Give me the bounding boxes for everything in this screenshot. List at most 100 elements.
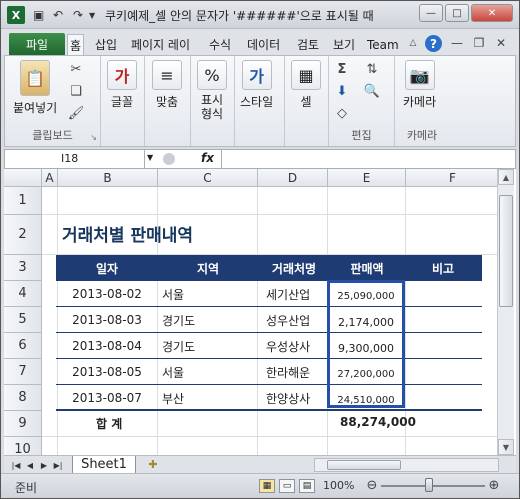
cell-region[interactable]: 경기도 (158, 307, 258, 333)
horizontal-scrollbar[interactable] (314, 458, 499, 472)
header-note[interactable]: 비고 (404, 255, 482, 281)
page-layout-view-icon[interactable]: ▭ (279, 479, 295, 493)
last-sheet-icon[interactable]: ▶| (52, 458, 64, 472)
cell-amount[interactable]: 24,510,000 (331, 395, 401, 406)
tab-file[interactable]: 파일 (9, 33, 65, 55)
cut-icon[interactable]: ✂ (67, 60, 85, 78)
cell-date[interactable]: 2013-08-03 (56, 307, 158, 333)
first-sheet-icon[interactable]: |◀ (10, 458, 22, 472)
horizontal-scroll-thumb[interactable] (327, 460, 401, 470)
cell-amount[interactable]: 2,174,000 (331, 316, 401, 329)
row-header-6[interactable]: 6 (4, 333, 42, 359)
cell-region[interactable]: 서울 (158, 359, 258, 385)
cell-date[interactable]: 2013-08-05 (56, 359, 158, 385)
help-icon[interactable]: ? (425, 35, 442, 52)
paste-button[interactable]: 📋 붙여넣기 (13, 60, 57, 116)
minimize-button[interactable]: — (419, 4, 443, 22)
row-header-8[interactable]: 8 (4, 385, 42, 411)
cell-date[interactable]: 2013-08-02 (56, 281, 158, 307)
cell-region[interactable]: 서울 (158, 281, 258, 307)
highlighted-amount-range[interactable]: 25,090,000 2,174,000 9,300,000 27,200,00… (327, 280, 405, 408)
font-button[interactable]: 가 글꼴 (107, 60, 137, 110)
cells-button[interactable]: ▦ 셀 (291, 60, 321, 110)
workbook-close-icon[interactable]: ✕ (493, 35, 509, 51)
table-row[interactable]: 2013-08-02 서울 세기산업 (56, 281, 482, 307)
vertical-scrollbar[interactable]: ▲ ▼ (497, 169, 514, 455)
normal-view-icon[interactable]: ▦ (259, 479, 275, 493)
tab-insert[interactable]: 삽입 (93, 34, 119, 55)
worksheet-grid[interactable]: A B C D E F 1 2 3 4 5 6 7 8 9 10 거래처별 판매… (4, 169, 516, 455)
row-header-4[interactable]: 4 (4, 281, 42, 307)
row-header-9[interactable]: 9 (4, 411, 42, 437)
insert-function-button[interactable]: fx (201, 151, 214, 165)
header-region[interactable]: 지역 (158, 255, 258, 281)
row-header-1[interactable]: 1 (4, 187, 42, 215)
scroll-down-icon[interactable]: ▼ (498, 439, 514, 455)
row-header-5[interactable]: 5 (4, 307, 42, 333)
tab-formulas[interactable]: 수식 (207, 34, 233, 55)
tab-home[interactable]: 홈 (67, 34, 85, 55)
customize-icon[interactable]: ▼ (89, 6, 95, 24)
name-box-dropdown-icon[interactable]: ▼ (147, 153, 153, 162)
cell-amount[interactable]: 27,200,000 (331, 369, 401, 380)
zoom-slider-knob[interactable] (425, 478, 433, 492)
copy-icon[interactable]: ❏ (67, 82, 85, 100)
col-header-f[interactable]: F (406, 169, 500, 187)
zoom-in-icon[interactable]: ⊕ (487, 478, 501, 493)
collapse-ribbon-icon[interactable]: △ (405, 35, 421, 51)
next-sheet-icon[interactable]: ▶ (38, 458, 50, 472)
col-header-b[interactable]: B (58, 169, 158, 187)
redo-icon[interactable]: ↷ (73, 6, 83, 24)
table-row[interactable]: 2013-08-05 서울 한라해운 (56, 359, 482, 385)
autosum-icon[interactable]: Σ (333, 60, 351, 78)
zoom-out-icon[interactable]: ⊖ (365, 478, 379, 493)
workbook-minimize-icon[interactable]: — (449, 35, 465, 51)
cell-amount[interactable]: 9,300,000 (331, 342, 401, 355)
header-amount[interactable]: 판매액 (330, 255, 404, 281)
save-icon[interactable]: ▣ (33, 6, 44, 24)
find-select-icon[interactable]: 🔍 (363, 82, 381, 100)
insert-sheet-icon[interactable]: ✚ (144, 457, 162, 472)
camera-button[interactable]: 📷 카메라 (403, 60, 436, 110)
clear-icon[interactable]: ◇ (333, 104, 351, 122)
tab-page-layout[interactable]: 페이지 레이 (129, 34, 192, 55)
cell-amount[interactable]: 25,090,000 (331, 291, 401, 302)
format-painter-icon[interactable]: 🖌 (67, 104, 85, 122)
sheet-tab-sheet1[interactable]: Sheet1 (72, 456, 136, 474)
dialog-launcher-icon[interactable]: ↘ (90, 133, 97, 142)
alignment-button[interactable]: ≡ 맞춤 (152, 60, 182, 110)
table-row[interactable]: 2013-08-03 경기도 성우산업 (56, 307, 482, 333)
tab-view[interactable]: 보기 (331, 34, 357, 55)
formula-input[interactable] (221, 150, 515, 168)
select-all-corner[interactable] (4, 169, 42, 187)
header-client[interactable]: 거래처명 (258, 255, 330, 281)
row-header-7[interactable]: 7 (4, 359, 42, 385)
table-row[interactable]: 2013-08-07 부산 한양상사 (56, 385, 482, 411)
workbook-restore-icon[interactable]: ❐ (471, 35, 487, 51)
total-value[interactable]: 88,274,000 (340, 415, 416, 429)
col-header-e[interactable]: E (328, 169, 406, 187)
total-label[interactable]: 합 계 (96, 415, 122, 432)
excel-logo-icon[interactable]: X (7, 6, 25, 24)
tab-data[interactable]: 데이터 (245, 34, 282, 55)
name-box[interactable]: I18 (5, 150, 145, 168)
header-date[interactable]: 일자 (56, 255, 158, 281)
cell-region[interactable]: 경기도 (158, 333, 258, 359)
vertical-scroll-thumb[interactable] (499, 195, 513, 307)
prev-sheet-icon[interactable]: ◀ (24, 458, 36, 472)
sheet-title[interactable]: 거래처별 판매내역 (62, 221, 193, 246)
zoom-slider-track[interactable] (381, 485, 485, 487)
page-break-view-icon[interactable]: ▤ (299, 479, 315, 493)
number-format-button[interactable]: % 표시 형식 (197, 60, 227, 121)
cell-region[interactable]: 부산 (158, 385, 258, 411)
row-header-3[interactable]: 3 (4, 255, 42, 281)
row-header-10[interactable]: 10 (4, 437, 42, 455)
col-header-a[interactable]: A (42, 169, 58, 187)
formula-bar-handle-icon[interactable] (163, 153, 175, 165)
maximize-button[interactable]: □ (445, 4, 469, 22)
scroll-up-icon[interactable]: ▲ (498, 169, 514, 185)
table-row[interactable]: 2013-08-04 경기도 우성상사 (56, 333, 482, 359)
col-header-c[interactable]: C (158, 169, 258, 187)
cell-date[interactable]: 2013-08-07 (56, 385, 158, 411)
row-header-2[interactable]: 2 (4, 215, 42, 255)
